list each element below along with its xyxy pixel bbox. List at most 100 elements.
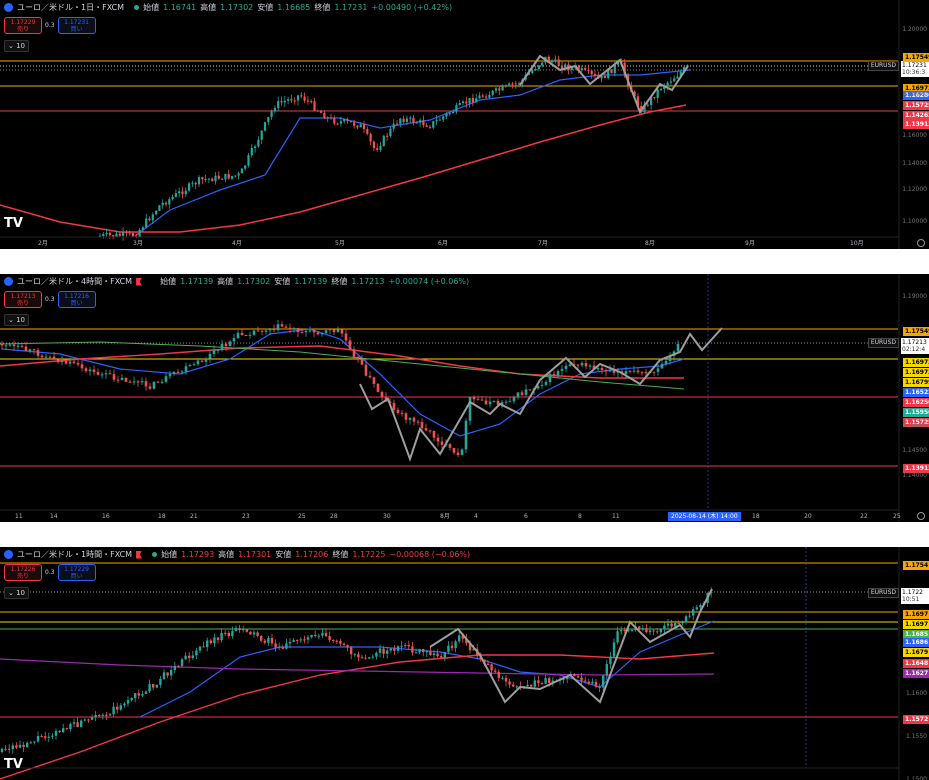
tradingview-logo[interactable]: TV	[4, 216, 23, 231]
current-price: 1.17213	[902, 339, 927, 346]
price-level-label: 1.15725	[903, 101, 929, 110]
chart-header: ユーロ／米ドル・1時間・FXCM 始値 1.17293 高値 1.17301 安値 1…	[4, 549, 470, 560]
sell-button[interactable]: 1.17229 売り	[4, 17, 42, 34]
chart-panel-4h[interactable]: ユーロ／米ドル・4時間・FXCM 始値 1.17139 高値 1.17302 安値 1…	[0, 274, 929, 522]
current-price: 1.1722	[902, 589, 923, 596]
symbol-icon	[4, 3, 13, 12]
time-axis-tick: 25	[298, 513, 306, 520]
time-axis-tick: 25	[893, 513, 901, 520]
current-price-label: 1.1722 10:51	[901, 588, 929, 604]
ohlc-open: 1.17293	[181, 550, 215, 559]
buy-button[interactable]: 1.17229 買い	[57, 564, 96, 581]
spread-value: 0.3	[45, 569, 55, 576]
ohlc-low: 1.17206	[295, 550, 329, 559]
price-level-label: 1.13913	[903, 120, 929, 129]
chart-title[interactable]: ユーロ／米ドル・1日・FXCM	[17, 2, 124, 13]
lot-size-value: 10	[16, 316, 26, 324]
settings-icon[interactable]	[917, 512, 925, 520]
time-axis-tick: 10月	[850, 240, 864, 247]
price-level-label: 1.16973	[903, 358, 929, 367]
chart-header: ユーロ／米ドル・1日・FXCM 始値 1.16741 高値 1.17302 安値 1.…	[4, 2, 452, 13]
time-axis-tick: 4月	[232, 240, 242, 247]
symbol-icon	[4, 550, 13, 559]
price-level-label: 1.16250	[903, 398, 929, 407]
buy-price: 1.17231	[64, 19, 89, 26]
ohlc-low-label: 安値	[275, 550, 292, 559]
time-axis-tick: 28	[330, 513, 338, 520]
trade-buttons: 1.17213 売り 0.3 1.17216 買い	[4, 291, 96, 308]
time-axis-tick: 30	[383, 513, 391, 520]
sell-button[interactable]: 1.17213 売り	[4, 291, 42, 308]
symbol-tag: EURUSD	[867, 338, 899, 348]
ohlc-close: 1.17213	[351, 277, 385, 286]
ohlc-high: 1.17302	[220, 3, 254, 12]
time-axis-tick: 8月	[440, 513, 450, 520]
ohlc-change: −0.00068 (−0.06%)	[389, 550, 471, 559]
time-axis-tick: 2月	[38, 240, 48, 247]
market-status-icon	[134, 5, 140, 10]
ohlc-low-label: 安値	[274, 277, 291, 286]
price-axis-tick: 1.1600	[906, 690, 927, 697]
price-level-label: 1.1754	[903, 561, 929, 570]
moving-average-line	[1, 328, 685, 437]
time-axis-tick: 20	[804, 513, 812, 520]
price-axis-tick: 1.1550	[906, 733, 927, 740]
time-axis-tick: 7月	[538, 240, 548, 247]
ohlc-change: +0.00074 (+0.06%)	[388, 277, 470, 286]
lot-size-value: 10	[16, 42, 26, 50]
ohlc-close-label: 終値	[331, 277, 348, 286]
symbol-tag: EURUSD	[867, 588, 899, 598]
time-axis-tick: 6	[524, 513, 528, 520]
flag-icon[interactable]	[136, 550, 143, 559]
time-axis-tick: 21	[190, 513, 198, 520]
lot-size-input[interactable]: ⌄ 10	[4, 587, 30, 599]
time-axis-tick: 4	[474, 513, 478, 520]
buy-label: 買い	[70, 26, 83, 33]
sell-button[interactable]: 1.17226 売り	[4, 564, 42, 581]
tradingview-logo[interactable]: TV	[4, 757, 23, 772]
buy-button[interactable]: 1.17216 買い	[57, 291, 96, 308]
ohlc-open-label: 始値	[161, 550, 178, 559]
moving-average-line	[0, 104, 687, 233]
price-axis-tick: 1.12000	[902, 186, 927, 193]
ohlc-open: 1.17139	[180, 277, 214, 286]
chart-title[interactable]: ユーロ／米ドル・1時間・FXCM	[17, 549, 132, 560]
lot-size-input[interactable]: ⌄ 10	[4, 314, 30, 326]
ohlc-high: 1.17301	[238, 550, 272, 559]
candlesticks	[0, 319, 680, 458]
sell-label: 売り	[16, 573, 29, 580]
price-axis-tick: 1.14000	[902, 472, 927, 479]
flag-icon[interactable]	[136, 277, 143, 286]
time-axis-tick: 11	[15, 513, 23, 520]
price-axis-tick: 1.19000	[902, 293, 927, 300]
lot-size-input[interactable]: ⌄ 10	[4, 40, 30, 52]
price-level-label: 1.1648	[903, 659, 929, 668]
ohlc-high-label: 高値	[200, 3, 217, 12]
trade-buttons: 1.17229 売り 0.3 1.17231 買い	[4, 17, 96, 34]
price-plot-daily[interactable]	[0, 0, 929, 249]
time-axis-tick: 23	[242, 513, 250, 520]
projection-zigzag	[429, 588, 713, 704]
chart-panel-1h[interactable]: ユーロ／米ドル・1時間・FXCM 始値 1.17293 高値 1.17301 安値 1…	[0, 547, 929, 780]
countdown: 02:12:4	[902, 346, 926, 353]
current-price-label: 1.17231 10:36:3	[901, 61, 929, 77]
price-plot-4h[interactable]	[0, 274, 929, 522]
market-status-icon	[152, 552, 158, 557]
spread-value: 0.3	[45, 22, 55, 29]
buy-button[interactable]: 1.17231 買い	[57, 17, 96, 34]
ohlc-close-label: 終値	[314, 3, 331, 12]
price-plot-1h[interactable]	[0, 547, 929, 780]
ohlc-high-label: 高値	[217, 277, 234, 286]
sell-label: 売り	[16, 300, 29, 307]
price-axis-tick: 1.1500	[906, 776, 927, 780]
price-axis-tick: 1.18500	[902, 422, 927, 429]
chart-panel-daily[interactable]: ユーロ／米ドル・1日・FXCM 始値 1.16741 高値 1.17302 安値 1.…	[0, 0, 929, 249]
settings-icon[interactable]	[917, 239, 925, 247]
trade-buttons: 1.17226 売り 0.3 1.17229 買い	[4, 564, 96, 581]
crosshair-time-label: 2025-08-14 (木) 14:00	[668, 512, 741, 521]
lot-size-value: 10	[16, 589, 26, 597]
ohlc-high-label: 高値	[218, 550, 235, 559]
time-axis-tick: 9月	[745, 240, 755, 247]
price-level-label: 1.14262	[903, 111, 929, 120]
chart-title[interactable]: ユーロ／米ドル・4時間・FXCM	[17, 276, 132, 287]
